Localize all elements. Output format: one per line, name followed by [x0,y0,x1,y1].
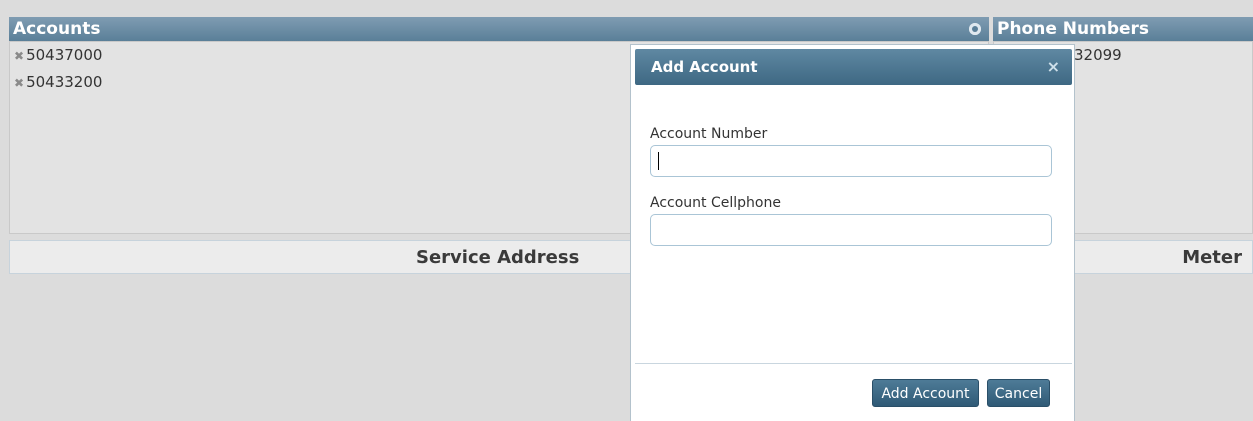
add-account-button[interactable]: Add Account [872,379,979,407]
service-address-header: Service Address [416,247,580,268]
account-number: 50433200 [26,73,103,91]
close-icon[interactable]: × [1047,49,1060,85]
remove-icon[interactable]: ✖ [14,49,24,63]
accounts-title: Accounts [13,19,101,39]
account-item[interactable]: ✖ 50437000 [14,46,102,64]
dialog-title-bar[interactable]: Add Account × [635,49,1072,85]
meter-header: Meter [1182,247,1242,268]
remove-icon[interactable]: ✖ [14,76,24,90]
phone-numbers-title: Phone Numbers [997,19,1150,39]
account-item[interactable]: ✖ 50433200 [14,73,102,91]
phone-numbers-panel-header: Phone Numbers [993,17,1253,41]
accounts-panel-header: Accounts [9,17,989,41]
cancel-button[interactable]: Cancel [987,379,1050,407]
account-cellphone-label: Account Cellphone [650,195,781,211]
phone-number-item[interactable]: 32099 [1074,46,1122,64]
dialog-title: Add Account [651,58,758,76]
account-number-label: Account Number [650,126,768,142]
dialog-divider [635,363,1072,364]
account-number-input[interactable] [650,145,1052,177]
gear-icon[interactable] [969,23,981,35]
account-cellphone-input[interactable] [650,214,1052,246]
add-account-dialog: Add Account × Account Number Account Cel… [630,44,1075,421]
text-cursor [658,152,659,170]
account-number: 50437000 [26,46,103,64]
